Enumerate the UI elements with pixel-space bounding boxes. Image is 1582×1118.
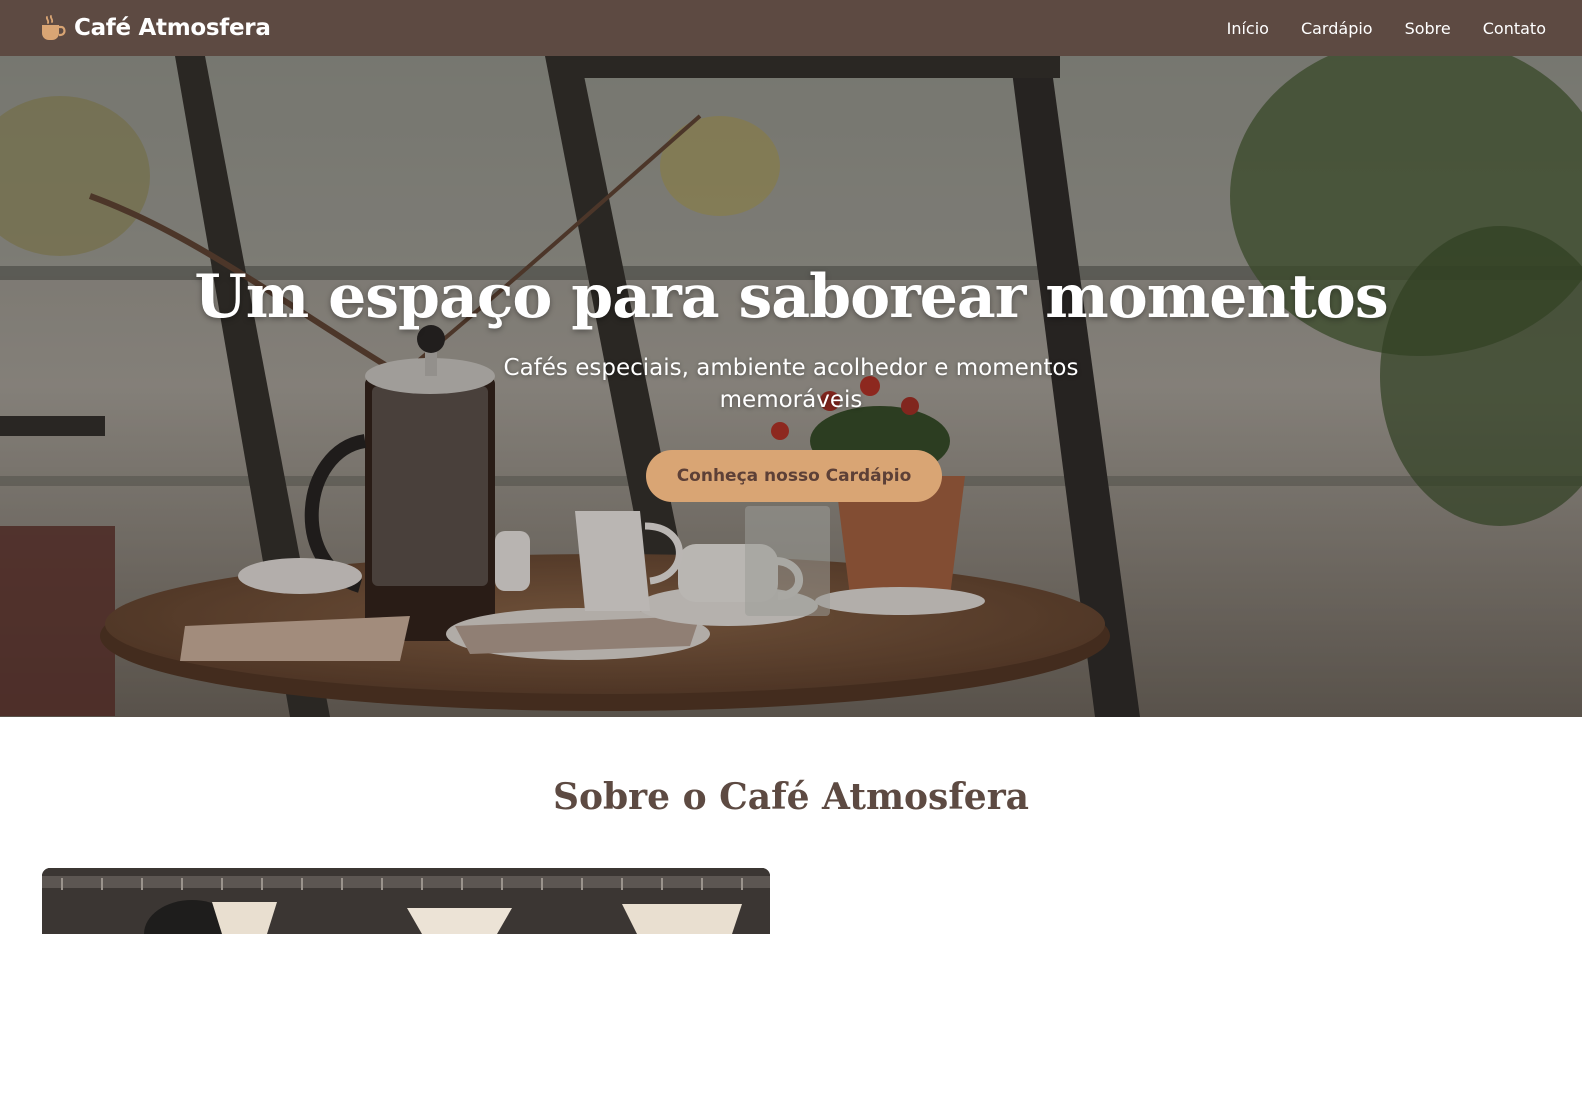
hero-section: Um espaço para saborear momentos Cafés e… xyxy=(0,56,1582,717)
hero-content: Um espaço para saborear momentos Cafés e… xyxy=(0,56,1582,717)
nav-links: Início Cardápio Sobre Contato xyxy=(1227,19,1546,38)
about-image xyxy=(42,868,770,934)
menu-cta-button[interactable]: Conheça nosso Cardápio xyxy=(646,450,942,502)
hero-title: Um espaço para saborear momentos xyxy=(194,262,1388,332)
nav-link-inicio[interactable]: Início xyxy=(1227,19,1269,38)
about-title: Sobre o Café Atmosfera xyxy=(552,776,1029,818)
navbar: Café Atmosfera Início Cardápio Sobre Con… xyxy=(0,0,1582,56)
coffee-cup-icon xyxy=(40,14,66,42)
brand-logo[interactable]: Café Atmosfera xyxy=(40,14,271,42)
nav-link-contato[interactable]: Contato xyxy=(1483,19,1546,38)
nav-link-cardapio[interactable]: Cardápio xyxy=(1301,19,1373,38)
hero-subtitle: Cafés especiais, ambiente acolhedor e mo… xyxy=(503,355,1079,413)
nav-link-sobre[interactable]: Sobre xyxy=(1405,19,1451,38)
brand-name: Café Atmosfera xyxy=(74,15,271,41)
